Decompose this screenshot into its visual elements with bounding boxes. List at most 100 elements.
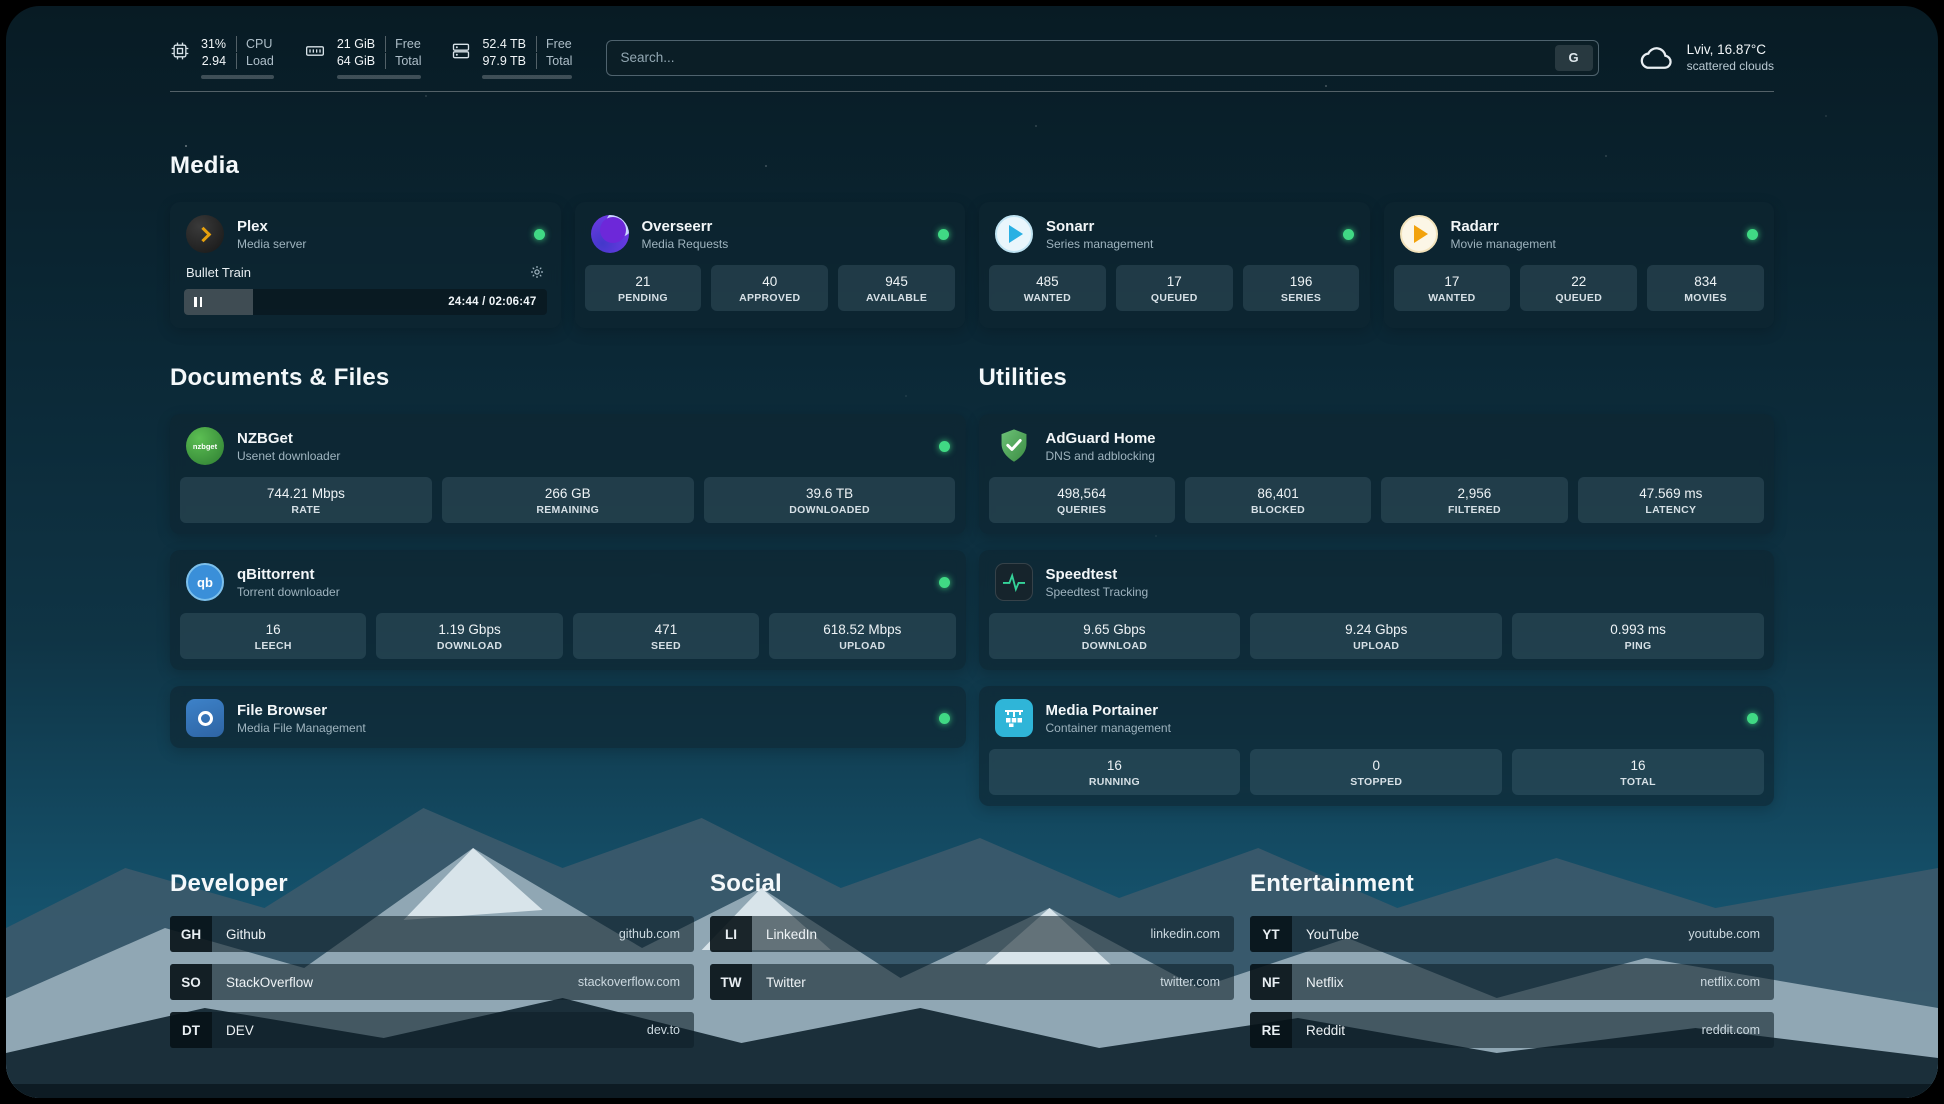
qbittorrent-icon: qb bbox=[186, 563, 224, 601]
stat-stopped: 0 STOPPED bbox=[1250, 749, 1502, 795]
pause-button[interactable] bbox=[184, 297, 212, 307]
ram-metric: 21 GiB Free 64 GiB Total bbox=[304, 36, 422, 79]
github-abbr: GH bbox=[170, 916, 212, 952]
media-section-title: Media bbox=[170, 152, 1774, 180]
stat-pending: 21 PENDING bbox=[585, 265, 702, 311]
cpu-label: CPU bbox=[236, 36, 274, 52]
filebrowser-card: File Browser Media File Management bbox=[170, 686, 966, 748]
app-title: NZBGet bbox=[237, 429, 340, 448]
bookmark-twitter[interactable]: TW Twitter twitter.com bbox=[710, 964, 1234, 1000]
search-bar: G bbox=[606, 40, 1598, 76]
stat-wanted: 17 WANTED bbox=[1394, 265, 1511, 311]
cpu-load-value: 2.94 bbox=[201, 53, 226, 69]
filebrowser-icon bbox=[186, 699, 224, 737]
app-subtitle: Speedtest Tracking bbox=[1046, 585, 1149, 600]
overseerr-icon bbox=[591, 215, 629, 253]
sonarr-card: Sonarr Series management 485 WANTED 17 Q… bbox=[979, 202, 1370, 328]
stat-upload: 618.52 Mbps UPLOAD bbox=[769, 613, 955, 659]
reddit-abbr: RE bbox=[1250, 1012, 1292, 1048]
app-adguard[interactable]: AdGuard Home DNS and adblocking bbox=[979, 414, 1775, 476]
linkedin-abbr: LI bbox=[710, 916, 752, 952]
stat-running: 16 RUNNING bbox=[989, 749, 1241, 795]
status-dot bbox=[1747, 713, 1758, 724]
app-title: File Browser bbox=[237, 701, 366, 720]
app-filebrowser[interactable]: File Browser Media File Management bbox=[170, 686, 966, 748]
speedtest-card: Speedtest Speedtest Tracking 9.65 Gbps D… bbox=[979, 550, 1775, 670]
ram-icon bbox=[304, 41, 326, 61]
status-dot bbox=[534, 229, 545, 240]
ram-free-value: 21 GiB bbox=[337, 36, 375, 52]
adguard-shield-icon bbox=[995, 427, 1033, 465]
bookmark-stackoverflow[interactable]: SO StackOverflow stackoverflow.com bbox=[170, 964, 694, 1000]
overseerr-card: Overseerr Media Requests 21 PENDING 40 A… bbox=[575, 202, 966, 328]
disk-progress-bar bbox=[482, 75, 572, 79]
weather-condition: scattered clouds bbox=[1687, 59, 1774, 73]
stat-ping: 0.993 ms PING bbox=[1512, 613, 1764, 659]
app-subtitle: Media server bbox=[237, 237, 306, 252]
bookmark-linkedin[interactable]: LI LinkedIn linkedin.com bbox=[710, 916, 1234, 952]
disk-total-label: Total bbox=[536, 53, 572, 69]
app-sonarr[interactable]: Sonarr Series management bbox=[979, 202, 1370, 264]
stat-latency: 47.569 ms LATENCY bbox=[1578, 477, 1764, 523]
status-dot bbox=[938, 229, 949, 240]
ram-progress-bar bbox=[337, 75, 422, 79]
bookmark-reddit[interactable]: RE Reddit reddit.com bbox=[1250, 1012, 1774, 1048]
search-engine-button[interactable]: G bbox=[1555, 45, 1593, 71]
status-dot bbox=[939, 577, 950, 588]
stat-filtered: 2,956 FILTERED bbox=[1381, 477, 1567, 523]
stat-queued: 22 QUEUED bbox=[1520, 265, 1637, 311]
header-divider bbox=[170, 91, 1774, 92]
app-subtitle: DNS and adblocking bbox=[1046, 449, 1156, 464]
app-portainer[interactable]: Media Portainer Container management bbox=[979, 686, 1775, 748]
disk-icon bbox=[451, 41, 471, 61]
nzbget-card: nzbget NZBGet Usenet downloader 744.21 M… bbox=[170, 414, 966, 534]
app-speedtest[interactable]: Speedtest Speedtest Tracking bbox=[979, 550, 1775, 612]
entertainment-section-title: Entertainment bbox=[1250, 870, 1774, 898]
settings-gear-icon[interactable] bbox=[529, 264, 545, 280]
ram-free-label: Free bbox=[385, 36, 421, 52]
bookmark-youtube[interactable]: YT YouTube youtube.com bbox=[1250, 916, 1774, 952]
ram-total-value: 64 GiB bbox=[337, 53, 375, 69]
status-dot bbox=[1343, 229, 1354, 240]
dashboard-screen: 31% CPU 2.94 Load 21 GiB Free bbox=[6, 6, 1938, 1098]
cpu-usage-value: 31% bbox=[201, 36, 226, 52]
cpu-metric: 31% CPU 2.94 Load bbox=[170, 36, 274, 79]
stat-movies: 834 MOVIES bbox=[1647, 265, 1764, 311]
app-title: Overseerr bbox=[642, 217, 729, 236]
app-nzbget[interactable]: nzbget NZBGet Usenet downloader bbox=[170, 414, 966, 476]
app-title: Radarr bbox=[1451, 217, 1556, 236]
app-overseerr[interactable]: Overseerr Media Requests bbox=[575, 202, 966, 264]
status-dot bbox=[939, 441, 950, 452]
disk-total-value: 97.9 TB bbox=[482, 53, 526, 69]
radarr-card: Radarr Movie management 17 WANTED 22 QUE… bbox=[1384, 202, 1775, 328]
stat-approved: 40 APPROVED bbox=[711, 265, 828, 311]
app-radarr[interactable]: Radarr Movie management bbox=[1384, 202, 1775, 264]
bookmark-dev[interactable]: DT DEV dev.to bbox=[170, 1012, 694, 1048]
bookmark-group-social: Social LI LinkedIn linkedin.com TW Twitt… bbox=[710, 870, 1234, 1060]
disk-metric: 52.4 TB Free 97.9 TB Total bbox=[451, 36, 572, 79]
utilities-section-title: Utilities bbox=[979, 364, 1775, 392]
section-documents: Documents & Files nzbget NZBGet Usenet d… bbox=[170, 364, 966, 822]
search-input[interactable] bbox=[620, 50, 1554, 65]
portainer-card: Media Portainer Container management 16 … bbox=[979, 686, 1775, 806]
app-plex[interactable]: Plex Media server bbox=[170, 202, 561, 264]
documents-section-title: Documents & Files bbox=[170, 364, 966, 392]
stat-download: 1.19 Gbps DOWNLOAD bbox=[376, 613, 562, 659]
top-bar: 31% CPU 2.94 Load 21 GiB Free bbox=[170, 36, 1774, 79]
app-qbittorrent[interactable]: qb qBittorrent Torrent downloader bbox=[170, 550, 966, 612]
app-title: qBittorrent bbox=[237, 565, 340, 584]
portainer-icon bbox=[995, 699, 1033, 737]
stat-queued: 17 QUEUED bbox=[1116, 265, 1233, 311]
playback-progress-bar[interactable]: 24:44 / 02:06:47 bbox=[184, 289, 547, 315]
disk-free-value: 52.4 TB bbox=[482, 36, 526, 52]
app-subtitle: Torrent downloader bbox=[237, 585, 340, 600]
status-dot bbox=[1747, 229, 1758, 240]
section-media: Media Plex Media server Bullet Train bbox=[170, 152, 1774, 328]
stat-download: 9.65 Gbps DOWNLOAD bbox=[989, 613, 1241, 659]
stackoverflow-abbr: SO bbox=[170, 964, 212, 1000]
stat-wanted: 485 WANTED bbox=[989, 265, 1106, 311]
bookmark-github[interactable]: GH Github github.com bbox=[170, 916, 694, 952]
bookmark-netflix[interactable]: NF Netflix netflix.com bbox=[1250, 964, 1774, 1000]
adguard-card: AdGuard Home DNS and adblocking 498,564 … bbox=[979, 414, 1775, 534]
nzbget-icon: nzbget bbox=[186, 427, 224, 465]
